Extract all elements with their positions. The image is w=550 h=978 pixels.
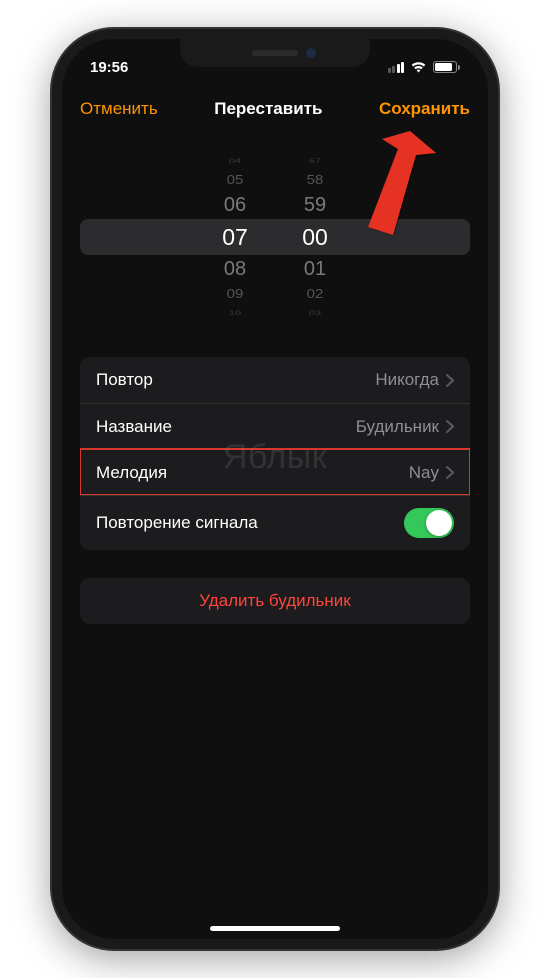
chevron-right-icon [446, 466, 454, 479]
picker-row: 04 [213, 156, 257, 166]
sound-row[interactable]: Мелодия Nay [80, 449, 470, 495]
chevron-right-icon [446, 420, 454, 433]
alarm-settings-group: Яблык Повтор Никогда Название Будильник … [80, 357, 470, 550]
front-camera-icon [306, 48, 316, 58]
phone-frame: 19:56 Отменить Переставить Сохранить [52, 29, 498, 949]
toggle-knob [426, 510, 452, 536]
page-title: Переставить [214, 99, 322, 119]
chevron-right-icon [446, 374, 454, 387]
picker-row: 10 [213, 308, 257, 318]
snooze-row: Повторение сигнала [80, 495, 470, 550]
picker-selected-minute: 00 [293, 219, 337, 255]
picker-row: 57 [293, 156, 337, 166]
sound-value: Nay [409, 463, 439, 483]
cellular-signal-icon [386, 62, 404, 73]
picker-row: 03 [293, 308, 337, 318]
picker-row: 01 [293, 255, 337, 283]
picker-row: 06 [213, 191, 257, 219]
cancel-button[interactable]: Отменить [80, 99, 158, 119]
time-picker[interactable]: 04 05 06 07 08 09 10 57 58 59 00 01 02 0… [80, 137, 470, 337]
repeat-value: Никогда [375, 370, 439, 390]
sound-label: Мелодия [96, 463, 167, 483]
phone-screen: 19:56 Отменить Переставить Сохранить [62, 39, 488, 939]
notch [180, 39, 370, 67]
picker-row: 08 [213, 255, 257, 283]
battery-icon [433, 61, 460, 73]
name-label: Название [96, 417, 172, 437]
status-indicators [386, 61, 460, 73]
repeat-label: Повтор [96, 370, 153, 390]
speaker-grille [252, 50, 298, 56]
picker-row: 02 [293, 285, 337, 304]
picker-row: 59 [293, 191, 337, 219]
picker-row: 05 [213, 171, 257, 190]
picker-row: 09 [213, 285, 257, 304]
picker-row: 58 [293, 171, 337, 190]
minute-picker-column[interactable]: 57 58 59 00 01 02 03 [293, 137, 337, 337]
wifi-icon [410, 61, 427, 73]
snooze-toggle[interactable] [404, 508, 454, 538]
home-indicator[interactable] [210, 926, 340, 931]
name-row[interactable]: Название Будильник [80, 403, 470, 449]
save-button[interactable]: Сохранить [379, 99, 470, 119]
navigation-bar: Отменить Переставить Сохранить [62, 89, 488, 129]
snooze-label: Повторение сигнала [96, 513, 258, 533]
repeat-row[interactable]: Повтор Никогда [80, 357, 470, 403]
name-value: Будильник [356, 417, 439, 437]
delete-alarm-button[interactable]: Удалить будильник [80, 578, 470, 624]
hour-picker-column[interactable]: 04 05 06 07 08 09 10 [213, 137, 257, 337]
status-time: 19:56 [90, 59, 128, 76]
picker-selected-hour: 07 [213, 219, 257, 255]
